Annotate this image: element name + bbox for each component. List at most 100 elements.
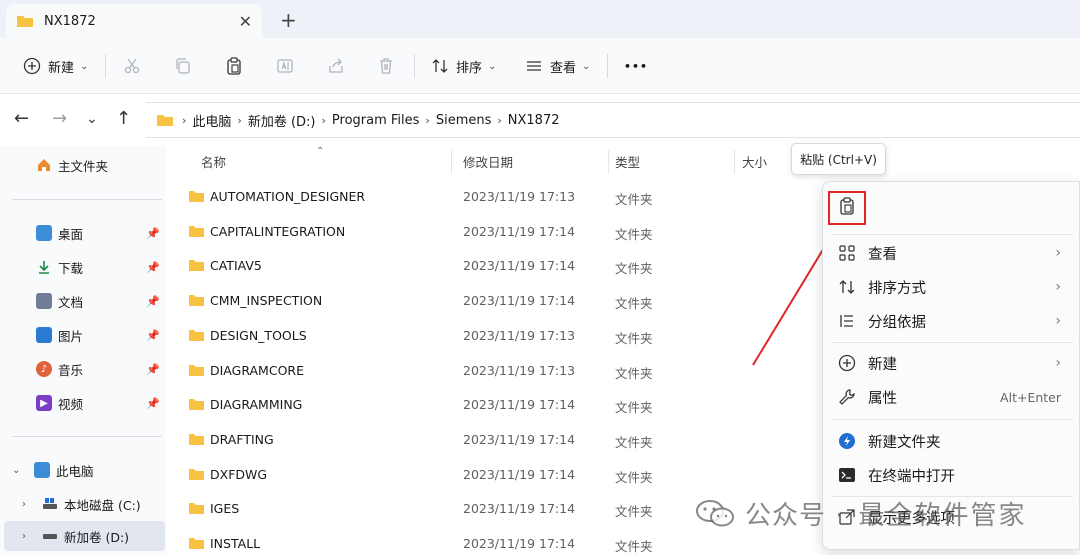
file-name: DRAFTING — [210, 431, 274, 447]
tab-nx1872[interactable]: NX1872 ✕ — [6, 4, 262, 38]
pin-icon[interactable]: 📌 — [146, 227, 160, 240]
chevron-right-icon[interactable]: › — [22, 531, 36, 542]
new-button[interactable]: 新建 ⌄ — [22, 52, 88, 80]
breadcrumb-item[interactable]: Siemens — [436, 113, 492, 128]
forward-arrow-icon[interactable]: → — [52, 108, 67, 129]
folder-icon — [189, 225, 204, 237]
menu-item-new-folder[interactable]: 新建文件夹 — [823, 424, 1080, 458]
sidebar-item-documents[interactable]: 文档 📌 — [0, 286, 166, 316]
file-type: 文件夹 — [615, 365, 653, 381]
sidebar-item-label: 桌面 — [58, 226, 84, 242]
wrench-icon — [837, 387, 857, 407]
share-button[interactable] — [326, 52, 352, 80]
rename-icon — [275, 56, 295, 76]
folder-icon — [189, 433, 204, 445]
sort-button[interactable]: 排序 ⌄ — [430, 52, 496, 80]
breadcrumb-item[interactable]: NX1872 — [508, 113, 560, 128]
folder-icon — [17, 16, 33, 27]
scissors-icon — [122, 56, 142, 76]
menu-item-label: 新建 — [868, 356, 897, 373]
menu-item-new[interactable]: 新建 › — [823, 346, 1080, 380]
breadcrumb-item[interactable]: 此电脑 — [192, 111, 231, 130]
menu-item-label: 分组依据 — [868, 314, 926, 331]
title-bar: NX1872 ✕ + — [0, 0, 1080, 38]
sidebar-item-label: 文档 — [58, 294, 84, 310]
paste-tooltip: 粘贴 (Ctrl+V) — [791, 143, 886, 175]
delete-button[interactable] — [376, 52, 402, 80]
sidebar-item-home[interactable]: 主文件夹 — [0, 150, 166, 180]
menu-item-label: 查看 — [868, 246, 897, 263]
sidebar-item-this-pc[interactable]: ⌄ 此电脑 — [0, 455, 166, 485]
file-type: 文件夹 — [615, 296, 653, 312]
file-date: 2023/11/19 17:14 — [463, 397, 576, 413]
cut-button[interactable] — [122, 52, 148, 80]
sidebar-item-drive-d[interactable]: › 新加卷 (D:) — [4, 521, 165, 551]
tab-title: NX1872 — [44, 13, 96, 29]
copy-button[interactable] — [173, 52, 199, 80]
menu-item-sort-by[interactable]: 排序方式 › — [823, 270, 1080, 304]
file-name: CATIAV5 — [210, 258, 262, 274]
column-header-date[interactable]: 修改日期 — [463, 146, 513, 176]
view-button[interactable]: 查看 ⌄ — [524, 52, 590, 80]
sidebar-item-label: 此电脑 — [56, 463, 94, 479]
home-icon — [36, 157, 52, 173]
share-icon — [326, 56, 346, 76]
sidebar-item-drive-c[interactable]: › 本地磁盘 (C:) — [0, 489, 166, 519]
sidebar-item-pictures[interactable]: 图片 📌 — [0, 320, 166, 350]
pin-icon[interactable]: 📌 — [146, 363, 160, 376]
up-arrow-icon[interactable]: ↑ — [116, 108, 131, 129]
wechat-icon — [696, 500, 734, 527]
chevron-right-icon[interactable]: › — [22, 499, 36, 510]
terminal-icon — [837, 465, 857, 485]
recent-chevron-icon[interactable]: ⌄ — [86, 111, 98, 127]
new-tab-button[interactable]: + — [280, 8, 297, 32]
file-name: DIAGRAMCORE — [210, 362, 304, 378]
breadcrumb-item[interactable]: 新加卷 (D:) — [248, 111, 316, 130]
menu-item-properties[interactable]: 属性 Alt+Enter — [823, 380, 1080, 414]
sidebar-item-downloads[interactable]: 下载 📌 — [0, 252, 166, 282]
pin-icon[interactable]: 📌 — [146, 397, 160, 410]
menu-item-open-terminal[interactable]: 在终端中打开 — [823, 458, 1080, 492]
column-header-size[interactable]: 大小 — [742, 146, 767, 176]
sidebar-item-videos[interactable]: ▶ 视频 📌 — [0, 388, 166, 418]
sort-button-label: 排序 — [456, 60, 483, 76]
watermark-text: 公众号 · — [745, 500, 845, 531]
file-name-cell: AUTOMATION_DESIGNER — [188, 189, 365, 204]
chevron-down-icon: ⌄ — [80, 60, 89, 72]
folder-icon — [189, 329, 204, 341]
column-header-type[interactable]: 类型 — [615, 146, 640, 176]
rename-button[interactable] — [275, 52, 301, 80]
paste-button[interactable] — [224, 52, 250, 80]
menu-item-view[interactable]: 查看 › — [823, 236, 1080, 270]
watermark-brand: 最全软件管家 — [858, 500, 1027, 531]
pin-icon[interactable]: 📌 — [146, 329, 160, 342]
folder-icon — [157, 115, 173, 126]
sidebar-item-label: 本地磁盘 (C:) — [64, 497, 141, 513]
clipboard-icon — [838, 197, 856, 219]
menu-item-label: 新建文件夹 — [868, 434, 941, 451]
sidebar-item-music[interactable]: ♪ 音乐 📌 — [0, 354, 166, 384]
back-arrow-icon[interactable]: ← — [14, 108, 29, 129]
menu-item-label: 在终端中打开 — [868, 468, 955, 485]
folder-icon — [189, 503, 204, 515]
menu-item-group-by[interactable]: 分组依据 › — [823, 304, 1080, 338]
file-date: 2023/11/19 17:14 — [463, 466, 576, 482]
address-bar[interactable]: › 此电脑 › 新加卷 (D:) › Program Files › Sieme… — [146, 102, 1080, 138]
pin-icon[interactable]: 📌 — [146, 295, 160, 308]
pin-icon[interactable]: 📌 — [146, 261, 160, 274]
folder-icon — [189, 191, 204, 202]
paste-menu-button[interactable] — [828, 191, 866, 225]
sidebar-item-desktop[interactable]: 桌面 📌 — [0, 218, 166, 248]
breadcrumb-item[interactable]: Program Files — [332, 113, 420, 128]
trash-icon — [376, 56, 396, 76]
close-tab-icon[interactable]: ✕ — [239, 12, 252, 31]
more-button[interactable]: ••• — [624, 52, 648, 80]
view-list-icon — [524, 56, 544, 76]
new-folder-icon — [837, 431, 857, 451]
sidebar: 主文件夹 桌面 📌 下载 📌 文档 📌 图片 📌 ♪ 音乐 📌 ▶ 视频 📌 ⌄… — [0, 146, 166, 555]
chevron-down-icon[interactable]: ⌄ — [12, 465, 26, 476]
file-name-cell: CAPITALINTEGRATION — [188, 224, 345, 239]
navigation-row: ← → ⌄ ↑ › 此电脑 › 新加卷 (D:) › Program Files… — [0, 94, 1080, 146]
document-icon — [36, 293, 52, 309]
column-header-name[interactable]: 名称 — [201, 146, 226, 176]
